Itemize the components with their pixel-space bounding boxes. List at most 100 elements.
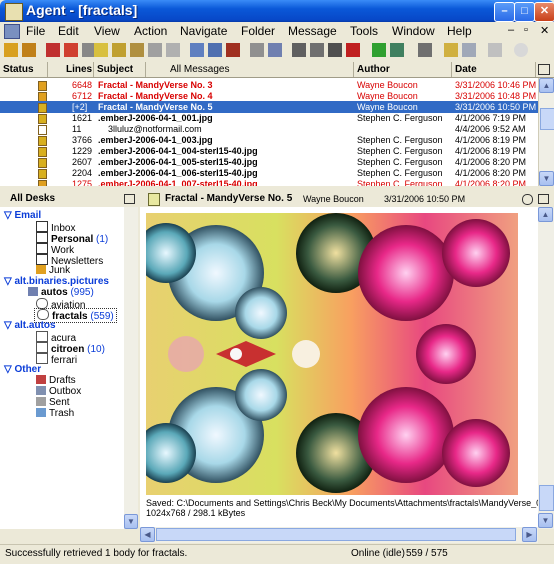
group-ferrari[interactable]: ferrari	[36, 353, 77, 366]
group-binaries[interactable]: ▽ alt.binaries.pictures	[4, 276, 109, 287]
folder-junk[interactable]: Junk	[36, 265, 70, 276]
scroll-up-icon[interactable]: ▲	[538, 207, 553, 222]
minimize-button[interactable]: –	[494, 2, 515, 22]
title-bar: Agent - [fractals] – □ ✕	[0, 0, 554, 22]
download-icon[interactable]	[292, 43, 306, 57]
envelope-icon	[36, 221, 48, 232]
folder-trash[interactable]: Trash	[36, 408, 74, 419]
toolbar	[0, 40, 554, 63]
close-button[interactable]: ✕	[534, 2, 554, 22]
folder-drafts[interactable]: Drafts	[36, 375, 76, 386]
menu-window[interactable]: Window	[392, 24, 435, 38]
status-message: Successfully retrieved 1 body for fracta…	[5, 548, 188, 559]
envelope-icon	[36, 232, 48, 243]
maximize-pane-icon[interactable]	[538, 194, 549, 204]
column-date[interactable]: Date	[452, 62, 536, 77]
next-icon[interactable]	[148, 43, 162, 57]
scroll-down-icon[interactable]: ▼	[539, 171, 554, 186]
menu-message[interactable]: Message	[288, 24, 337, 38]
menu-file[interactable]: File	[26, 24, 45, 38]
mdi-restore-button[interactable]: ▫	[524, 24, 528, 36]
mdi-doc-icon[interactable]	[4, 24, 20, 39]
message-row[interactable]: 1275 .emberJ-2006-04-1_007-sterl15-40.jpg…	[0, 178, 538, 186]
menu-edit[interactable]: Edit	[58, 24, 79, 38]
lock-icon[interactable]	[328, 43, 342, 57]
send-icon[interactable]	[226, 43, 240, 57]
window-title: Agent - [fractals]	[26, 2, 138, 18]
open-folder-icon[interactable]	[4, 43, 18, 57]
viewer-hscrollbar[interactable]: ◀ ▶	[140, 527, 538, 543]
scroll-thumb[interactable]	[156, 528, 516, 541]
scissors-icon[interactable]	[310, 43, 324, 57]
viewer-scrollbar[interactable]: ▲ ▼	[538, 207, 554, 529]
post-icon[interactable]	[208, 43, 222, 57]
column-subject[interactable]: Subject	[94, 62, 146, 77]
folder-up-icon[interactable]	[22, 43, 36, 57]
gear-icon[interactable]	[418, 43, 432, 57]
newsgroup-icon	[37, 309, 49, 320]
menu-help[interactable]: Help	[447, 24, 472, 38]
scroll-thumb[interactable]	[540, 108, 554, 130]
app-icon	[5, 3, 23, 21]
message-count: 559 / 575	[406, 548, 448, 559]
kill-icon[interactable]	[346, 43, 360, 57]
scroll-left-icon[interactable]: ◀	[140, 527, 155, 542]
row-author: Stephen C. Ferguson	[357, 179, 443, 186]
scroll-down-icon[interactable]: ▼	[124, 514, 138, 529]
menu-tools[interactable]: Tools	[350, 24, 378, 38]
folder-outbox[interactable]: Outbox	[36, 386, 81, 397]
mdi-minimize-button[interactable]: –	[508, 24, 514, 36]
status-icon	[38, 180, 47, 186]
watch-icon[interactable]	[372, 43, 386, 57]
message-list[interactable]: 6648 Fractal - MandyVerse No. 3 Wayne Bouc…	[0, 78, 538, 186]
group-other[interactable]: ▽ Other	[4, 364, 41, 375]
maximize-pane-icon[interactable]	[538, 64, 550, 75]
maximize-pane-icon[interactable]	[124, 194, 135, 204]
help-icon[interactable]	[488, 43, 502, 57]
filter-dropdown[interactable]: All Messages	[146, 62, 354, 77]
group-autos[interactable]: autos (995)	[28, 287, 94, 298]
panes-icon[interactable]	[462, 43, 476, 57]
menu-action[interactable]: Action	[134, 24, 167, 38]
folder-sent[interactable]: Sent	[36, 397, 70, 408]
reply-icon[interactable]	[112, 43, 126, 57]
layout-icon[interactable]	[444, 43, 458, 57]
search-icon[interactable]	[250, 43, 264, 57]
viewer-date: 3/31/2006 10:50 PM	[384, 194, 466, 204]
scroll-down-icon[interactable]: ▼	[538, 513, 553, 528]
group-email[interactable]: ▽ Email	[4, 210, 41, 221]
scroll-thumb[interactable]	[539, 485, 554, 511]
viewer-author: Wayne Boucon	[303, 194, 364, 204]
reply-all-icon[interactable]	[130, 43, 144, 57]
menu-folder[interactable]: Folder	[241, 24, 275, 38]
get-bodies-icon[interactable]	[64, 43, 78, 57]
message-list-scrollbar[interactable]: ▲ ▼	[538, 78, 554, 186]
column-author[interactable]: Author	[354, 62, 452, 77]
newsgroup-icon	[36, 342, 48, 353]
forward-icon[interactable]	[94, 43, 108, 57]
get-headers-icon[interactable]	[46, 43, 60, 57]
mdi-close-button[interactable]: ✕	[540, 24, 549, 37]
attachment-icon[interactable]	[522, 194, 533, 205]
tree-scrollbar[interactable]: ▼	[124, 207, 138, 529]
scroll-up-icon[interactable]: ▲	[539, 78, 554, 93]
envelope-icon	[36, 254, 48, 265]
document-icon	[148, 193, 160, 206]
scroll-right-icon[interactable]: ▶	[522, 527, 537, 542]
group-alt-autos[interactable]: ▽ alt.autos	[4, 320, 56, 331]
compose-icon[interactable]	[190, 43, 204, 57]
find-icon[interactable]	[268, 43, 282, 57]
outbox-icon	[36, 386, 46, 395]
maximize-button[interactable]: □	[514, 2, 535, 22]
online-icon[interactable]	[514, 43, 528, 57]
column-status[interactable]: Status	[0, 62, 48, 77]
menu-bar: File Edit View Action Navigate Folder Me…	[0, 22, 554, 40]
row-date: 4/1/2006 8:20 PM	[455, 179, 527, 186]
column-lines[interactable]: Lines	[48, 62, 94, 77]
fractal-image	[146, 213, 518, 495]
menu-view[interactable]: View	[94, 24, 120, 38]
thread-icon[interactable]	[390, 43, 404, 57]
newsgroup-icon	[36, 331, 48, 342]
menu-navigate[interactable]: Navigate	[180, 24, 227, 38]
skip-icon[interactable]	[166, 43, 180, 57]
